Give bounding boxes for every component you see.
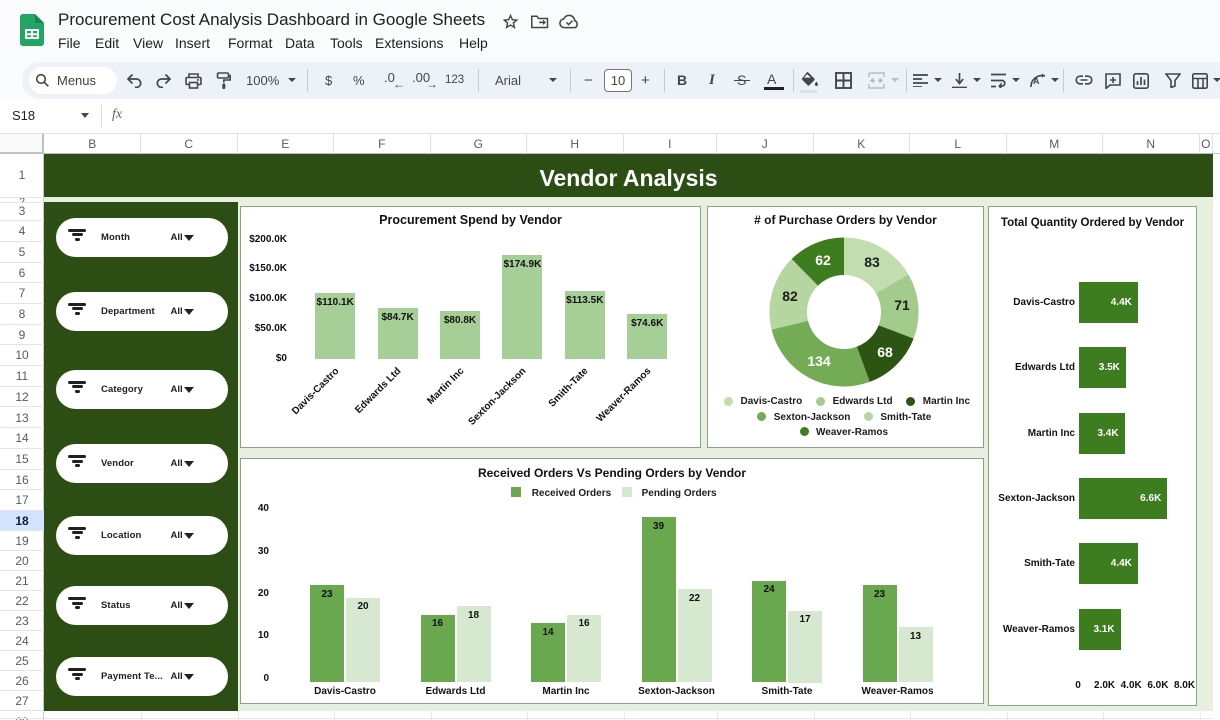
- svg-text:62: 62: [815, 252, 831, 268]
- svg-text:68: 68: [877, 344, 893, 360]
- svg-text:71: 71: [894, 297, 910, 313]
- svg-text:83: 83: [864, 254, 880, 270]
- svg-text:A: A: [1033, 76, 1040, 86]
- svg-text:134: 134: [807, 353, 831, 369]
- svg-text:82: 82: [782, 288, 798, 304]
